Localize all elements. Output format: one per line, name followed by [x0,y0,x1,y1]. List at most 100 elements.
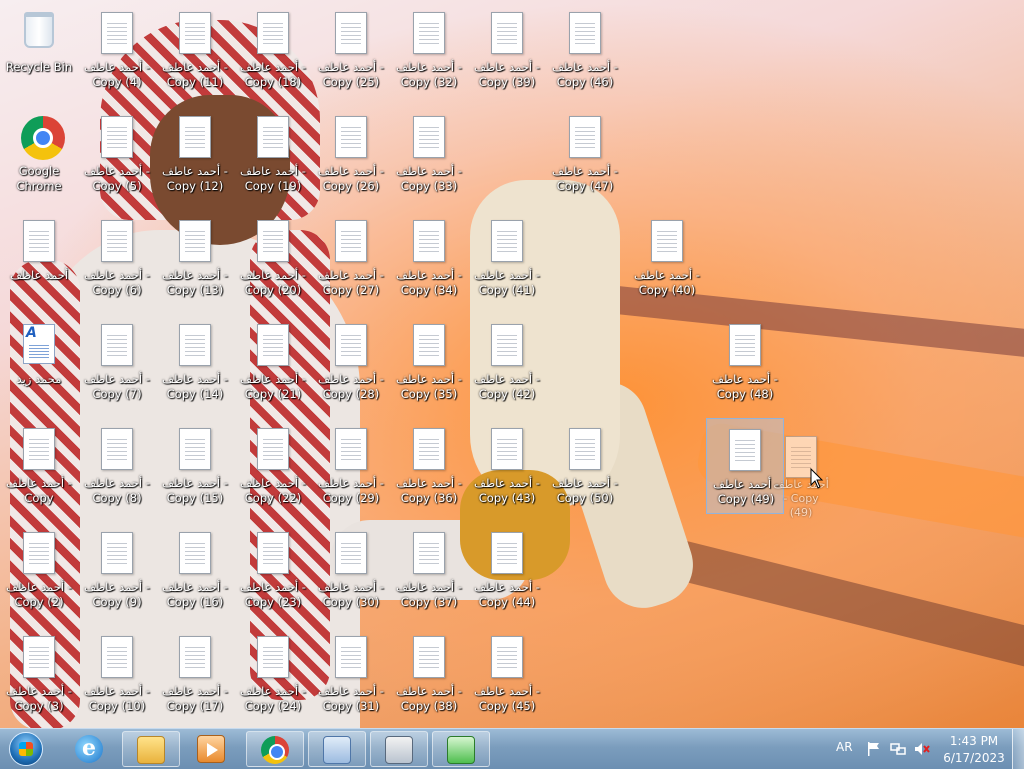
icon-glyph [489,532,525,576]
taskbar-clock[interactable]: 1:43 PM 6/17/2023 [932,733,1016,767]
desktop-icon-label: Recycle Bin [5,60,73,74]
desktop-icon-label: أحمد عاطف - Copy (11) [162,60,228,89]
language-indicator[interactable]: AR [836,740,853,780]
desktop-icon-copy-30[interactable]: أحمد عاطف - Copy (30) [312,522,390,618]
icon-glyph [333,636,369,680]
desktop-icon-copy-9[interactable]: أحمد عاطف - Copy (9) [78,522,156,618]
desktop-icon-copy-11[interactable]: أحمد عاطف - Copy (11) [156,2,234,98]
desktop-icon-copy-4[interactable]: أحمد عاطف - Copy (4) [78,2,156,98]
text-document-icon [491,636,523,678]
chrome-icon [21,116,65,160]
desktop-icon-ahmed-aatef[interactable]: أحمد عاطف [0,210,78,306]
desktop-icon-copy-8[interactable]: أحمد عاطف - Copy (8) [78,418,156,514]
desktop-icon-copy-14[interactable]: أحمد عاطف - Copy (14) [156,314,234,410]
desktop-icon-copy-35[interactable]: أحمد عاطف - Copy (35) [390,314,468,410]
desktop-icon-copy-25[interactable]: أحمد عاطف - Copy (25) [312,2,390,98]
taskbar-control-panel[interactable] [308,731,366,767]
desktop-icon-copy-40[interactable]: أحمد عاطف - Copy (40) [628,210,706,306]
icon-glyph [727,429,763,473]
desktop-icon-copy-18[interactable]: أحمد عاطف - Copy (18) [234,2,312,98]
desktop-icon-copy-36[interactable]: أحمد عاطف - Copy (36) [390,418,468,514]
desktop-icon-copy-12[interactable]: أحمد عاطف - Copy (12) [156,106,234,202]
desktop-icon-copy-3[interactable]: أحمد عاطف - Copy (3) [0,626,78,722]
internet-explorer-icon [75,735,103,763]
desktop-icon-copy-6[interactable]: أحمد عاطف - Copy (6) [78,210,156,306]
desktop-icon-copy-24[interactable]: أحمد عاطف - Copy (24) [234,626,312,722]
desktop-icon-copy-2[interactable]: أحمد عاطف - Copy (2) [0,522,78,618]
desktop-icon-copy-39[interactable]: أحمد عاطف - Copy (39) [468,2,546,98]
desktop-icon-label: أحمد عاطف - Copy (25) [318,60,384,89]
desktop-icon-copy-46[interactable]: أحمد عاطف - Copy (46) [546,2,624,98]
desktop-icon-copy[interactable]: أحمد عاطف - Copy [0,418,78,514]
control-panel-icon [323,736,351,764]
icon-glyph [99,12,135,56]
taskbar-on-screen-keyboard[interactable] [370,731,428,767]
desktop-icon-copy-47[interactable]: أحمد عاطف - Copy (47) [546,106,624,202]
media-player-icon [197,735,225,763]
taskbar-media-player[interactable] [182,731,240,767]
taskbar-green-app[interactable] [432,731,490,767]
desktop-icon-label: أحمد عاطف - Copy (13) [162,268,228,297]
icon-glyph [177,116,213,160]
desktop-icon-copy-41[interactable]: أحمد عاطف - Copy (41) [468,210,546,306]
desktop-icon-copy-44[interactable]: أحمد عاطف - Copy (44) [468,522,546,618]
volume-muted-icon[interactable] [914,741,930,757]
desktop-icon-copy-43[interactable]: أحمد عاطف - Copy (43) [468,418,546,514]
desktop-icon-copy-23[interactable]: أحمد عاطف - Copy (23) [234,522,312,618]
desktop-icon-copy-26[interactable]: أحمد عاطف - Copy (26) [312,106,390,202]
desktop-icon-mohamed-zaid[interactable]: محمد زيد [0,314,78,410]
show-desktop-button[interactable] [1012,729,1024,769]
desktop-icon-copy-7[interactable]: أحمد عاطف - Copy (7) [78,314,156,410]
desktop-icon-copy-28[interactable]: أحمد عاطف - Copy (28) [312,314,390,410]
desktop-icon-copy-32[interactable]: أحمد عاطف - Copy (32) [390,2,468,98]
desktop-icon-copy-10[interactable]: أحمد عاطف - Copy (10) [78,626,156,722]
desktop-icon-copy-15[interactable]: أحمد عاطف - Copy (15) [156,418,234,514]
desktop-icon-recycle-bin[interactable]: Recycle Bin [0,2,78,98]
desktop-icon-copy-42[interactable]: أحمد عاطف - Copy (42) [468,314,546,410]
desktop-icon-copy-5[interactable]: أحمد عاطف - Copy (5) [78,106,156,202]
desktop-icon-copy-17[interactable]: أحمد عاطف - Copy (17) [156,626,234,722]
icon-glyph [21,12,57,56]
desktop-icon-copy-19[interactable]: أحمد عاطف - Copy (19) [234,106,312,202]
taskbar-google-chrome[interactable] [246,731,304,767]
icon-glyph [255,116,291,160]
desktop-icon-copy-20[interactable]: أحمد عاطف - Copy (20) [234,210,312,306]
text-document-icon [101,532,133,574]
icon-glyph [21,532,57,576]
icon-glyph [489,428,525,472]
desktop-icon-copy-37[interactable]: أحمد عاطف - Copy (37) [390,522,468,618]
taskbar-internet-explorer[interactable] [60,731,118,767]
desktop-icon-copy-31[interactable]: أحمد عاطف - Copy (31) [312,626,390,722]
desktop-icon-copy-22[interactable]: أحمد عاطف - Copy (22) [234,418,312,514]
action-center-flag-icon[interactable] [866,741,882,757]
desktop-icon-copy-16[interactable]: أحمد عاطف - Copy (16) [156,522,234,618]
desktop-icon-copy-13[interactable]: أحمد عاطف - Copy (13) [156,210,234,306]
icon-glyph [649,220,685,264]
desktop-icon-label: أحمد عاطف - Copy (20) [240,268,306,297]
text-document-icon [569,12,601,54]
taskbar-windows-explorer[interactable] [122,731,180,767]
desktop-icon-copy-48[interactable]: أحمد عاطف - Copy (48) [706,314,784,410]
green-app-icon [447,736,475,764]
desktop-icon-copy-45[interactable]: أحمد عاطف - Copy (45) [468,626,546,722]
desktop-icon-copy-29[interactable]: أحمد عاطف - Copy (29) [312,418,390,514]
text-document-icon [257,532,289,574]
text-document-icon [23,220,55,262]
icon-glyph [21,220,57,264]
start-button[interactable] [4,729,48,769]
desktop-icon-copy-34[interactable]: أحمد عاطف - Copy (34) [390,210,468,306]
desktop-icon-copy-27[interactable]: أحمد عاطف - Copy (27) [312,210,390,306]
network-icon[interactable] [890,741,906,757]
desktop-icon-copy-33[interactable]: أحمد عاطف - Copy (33) [390,106,468,202]
desktop[interactable]: Recycle Bin Google Chrome أحمد عاطف محمد زي… [0,0,1024,728]
desktop-icon-google-chrome[interactable]: Google Chrome [0,106,78,202]
text-document-icon [491,12,523,54]
desktop-icon-copy-50[interactable]: أحمد عاطف - Copy (50) [546,418,624,514]
desktop-icon-label: أحمد عاطف - Copy (22) [240,476,306,505]
desktop-icon-label: أحمد عاطف - Copy (40) [634,268,700,297]
text-document-icon [179,428,211,470]
icon-glyph [177,532,213,576]
desktop-icon-copy-38[interactable]: أحمد عاطف - Copy (38) [390,626,468,722]
icon-glyph [177,324,213,368]
desktop-icon-copy-21[interactable]: أحمد عاطف - Copy (21) [234,314,312,410]
